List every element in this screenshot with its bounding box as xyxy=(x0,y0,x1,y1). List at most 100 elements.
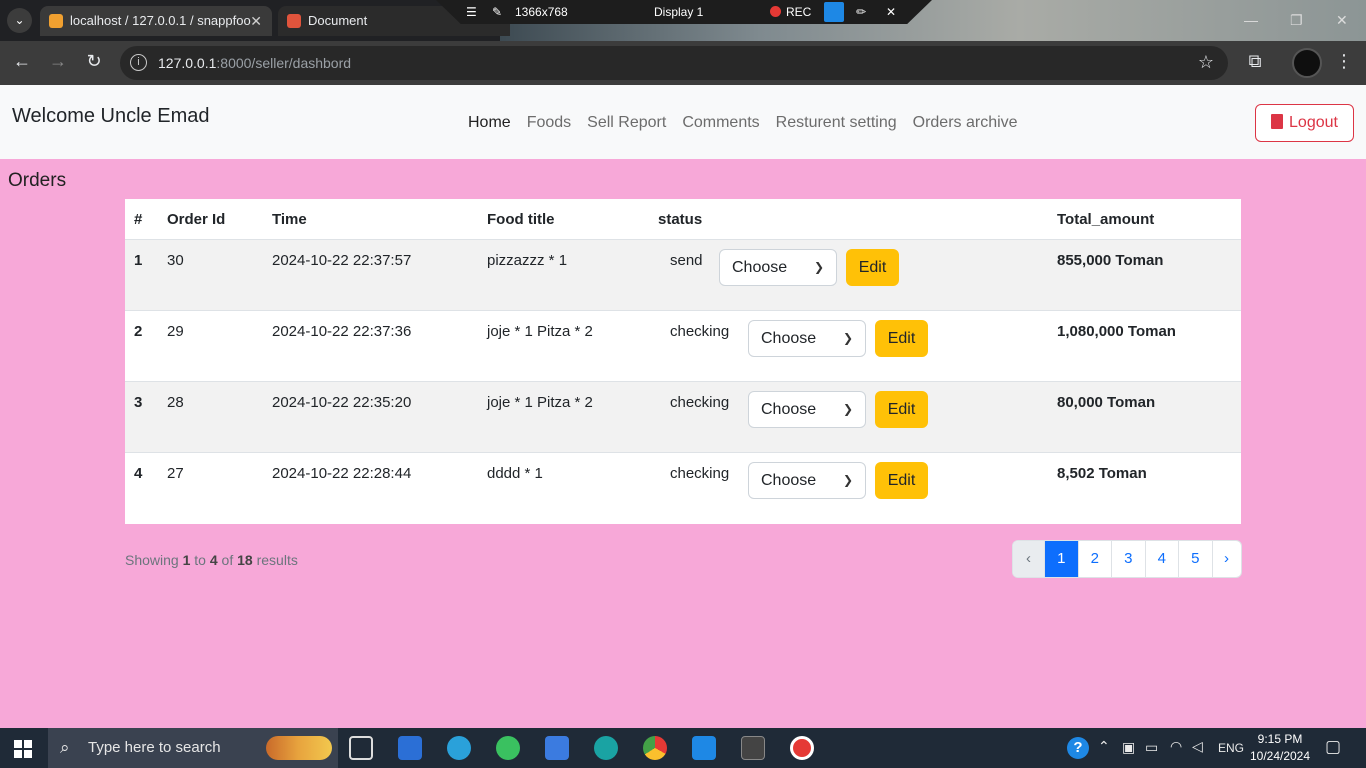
address-bar[interactable]: i 127.0.0.1:8000/seller/dashbord ☆ xyxy=(120,46,1228,80)
row-num: 1 xyxy=(134,252,143,269)
table-row: 4 27 2024-10-22 22:28:44 dddd * 1 checki… xyxy=(125,453,1241,524)
profile-avatar[interactable] xyxy=(1292,48,1322,78)
chrome-icon[interactable] xyxy=(643,736,667,760)
back-icon[interactable]: ← xyxy=(10,51,34,72)
header-order-id: Order Id xyxy=(167,211,226,228)
status-select[interactable]: Choose ❯ xyxy=(748,391,866,428)
terminal-icon[interactable] xyxy=(741,736,765,760)
table-header-row: # Order Id Time Food title status Total_… xyxy=(125,199,1241,240)
edge-icon[interactable] xyxy=(594,736,618,760)
taskbar-search-box[interactable]: ⌕ Type here to search xyxy=(48,728,338,768)
food-title: joje * 1 Pitza * 2 xyxy=(487,394,593,411)
page-4-button[interactable]: 4 xyxy=(1144,541,1179,577)
edit-button[interactable]: Edit xyxy=(846,249,899,286)
browser-tab-strip: ⌄ localhost / 127.0.0.1 / snappfoo ✕ Doc… xyxy=(0,0,1366,41)
orders-table: # Order Id Time Food title status Total_… xyxy=(125,199,1241,524)
tab-close-icon[interactable]: ✕ xyxy=(250,6,262,36)
header-food-title: Food title xyxy=(487,211,555,228)
extensions-icon[interactable]: ⧉ xyxy=(1243,51,1267,72)
reload-icon[interactable]: ↻ xyxy=(82,51,106,72)
page-5-button[interactable]: 5 xyxy=(1178,541,1212,577)
tab-search-button[interactable]: ⌄ xyxy=(7,8,32,33)
chevron-down-icon: ❯ xyxy=(842,331,853,345)
bookmark-star-icon[interactable]: ☆ xyxy=(1198,52,1214,73)
clock[interactable]: 9:15 PM 10/24/2024 xyxy=(1248,731,1312,765)
row-num: 4 xyxy=(134,465,143,482)
chevron-up-icon[interactable]: ⌃ xyxy=(1098,738,1110,755)
telegram-icon[interactable] xyxy=(447,736,471,760)
menu-icon[interactable]: ☰ xyxy=(466,0,477,24)
order-time: 2024-10-22 22:28:44 xyxy=(272,465,412,482)
nav-link-sell-report[interactable]: Sell Report xyxy=(579,114,674,132)
camera-tray-icon[interactable]: ▣ xyxy=(1122,739,1135,756)
header-status: status xyxy=(658,211,703,228)
battery-icon[interactable]: ▭ xyxy=(1145,739,1158,756)
camera-icon[interactable] xyxy=(824,2,844,22)
food-title: joje * 1 Pitza * 2 xyxy=(487,323,593,340)
wifi-icon[interactable]: ◠ xyxy=(1170,738,1182,755)
notifications-icon[interactable]: ▢ xyxy=(1325,737,1341,757)
rec-button[interactable]: REC xyxy=(770,0,811,24)
recorder-resolution: 1366x768 xyxy=(515,5,568,19)
nav-link-resturent-setting[interactable]: Resturent setting xyxy=(768,114,905,132)
recorder-display[interactable]: Display 1 xyxy=(654,0,703,24)
page-1-button[interactable]: 1 xyxy=(1044,541,1078,577)
order-time: 2024-10-22 22:35:20 xyxy=(272,394,412,411)
showing-prefix: Showing xyxy=(125,552,179,568)
tab-title: localhost / 127.0.0.1 / snappfoo xyxy=(70,13,251,28)
task-view-icon[interactable] xyxy=(349,736,373,760)
edit-button[interactable]: Edit xyxy=(875,462,928,499)
status-select[interactable]: Choose ❯ xyxy=(748,320,866,357)
order-id: 27 xyxy=(167,465,184,482)
close-recorder-icon[interactable]: ✕ xyxy=(886,0,896,24)
nav-link-foods[interactable]: Foods xyxy=(519,114,579,132)
nav-link-comments[interactable]: Comments xyxy=(674,114,767,132)
pin-icon[interactable]: ✎ xyxy=(492,0,502,24)
help-icon[interactable]: ? xyxy=(1067,737,1089,759)
door-icon xyxy=(1271,114,1284,129)
recorder-app-icon[interactable] xyxy=(790,736,814,760)
clock-time: 9:15 PM xyxy=(1257,732,1303,746)
total-amount: 1,080,000 Toman xyxy=(1057,323,1176,340)
microsoft-store-icon[interactable] xyxy=(545,736,569,760)
nav-link-home[interactable]: Home xyxy=(460,114,519,132)
total-amount: 855,000 Toman xyxy=(1057,252,1164,269)
language-indicator[interactable]: ENG xyxy=(1218,741,1244,755)
results-summary: Showing 1 to 4 of 18 results xyxy=(125,552,298,568)
showing-of-word: of xyxy=(221,552,234,568)
showing-from: 1 xyxy=(182,552,191,568)
showing-to: 4 xyxy=(209,552,218,568)
status-text: send xyxy=(670,252,703,269)
pen-icon[interactable]: ✏ xyxy=(856,0,866,24)
browser-tab-phpmyadmin[interactable]: localhost / 127.0.0.1 / snappfoo ✕ xyxy=(40,6,272,36)
close-window-icon[interactable]: ✕ xyxy=(1336,12,1348,29)
next-page-button[interactable]: › xyxy=(1211,541,1241,577)
volume-icon[interactable]: ◁ xyxy=(1192,738,1203,755)
url-host: 127.0.0.1 xyxy=(158,55,217,71)
order-time: 2024-10-22 22:37:57 xyxy=(272,252,412,269)
prev-page-button[interactable]: ‹ xyxy=(1013,541,1044,577)
forward-icon[interactable]: → xyxy=(46,51,70,72)
minimize-icon[interactable]: — xyxy=(1244,12,1258,28)
whatsapp-icon[interactable] xyxy=(496,736,520,760)
windows-taskbar: ⌕ Type here to search ? ⌃ ▣ ▭ ◠ ◁ ENG 9:… xyxy=(0,728,1366,768)
table-row: 2 29 2024-10-22 22:37:36 joje * 1 Pitza … xyxy=(125,311,1241,382)
main-menu: Home Foods Sell Report Comments Resturen… xyxy=(460,114,1026,132)
edit-button[interactable]: Edit xyxy=(875,391,928,428)
nav-link-orders-archive[interactable]: Orders archive xyxy=(905,114,1026,132)
url-path: :8000/seller/dashbord xyxy=(216,55,352,71)
vscode-icon[interactable] xyxy=(692,736,716,760)
restore-icon[interactable]: ❐ xyxy=(1290,12,1303,29)
status-select[interactable]: Choose ❯ xyxy=(748,462,866,499)
logout-button[interactable]: Logout xyxy=(1255,104,1354,142)
windows-start-icon[interactable] xyxy=(14,740,32,758)
edit-button[interactable]: Edit xyxy=(875,320,928,357)
page-2-button[interactable]: 2 xyxy=(1077,541,1112,577)
tab-title: Document xyxy=(308,13,368,28)
snipping-app-icon[interactable] xyxy=(398,736,422,760)
header-total-amount: Total_amount xyxy=(1057,211,1155,228)
page-3-button[interactable]: 3 xyxy=(1111,541,1145,577)
browser-menu-icon[interactable]: ⋮ xyxy=(1332,51,1356,72)
site-info-icon[interactable]: i xyxy=(130,54,147,71)
status-select[interactable]: Choose ❯ xyxy=(719,249,837,286)
